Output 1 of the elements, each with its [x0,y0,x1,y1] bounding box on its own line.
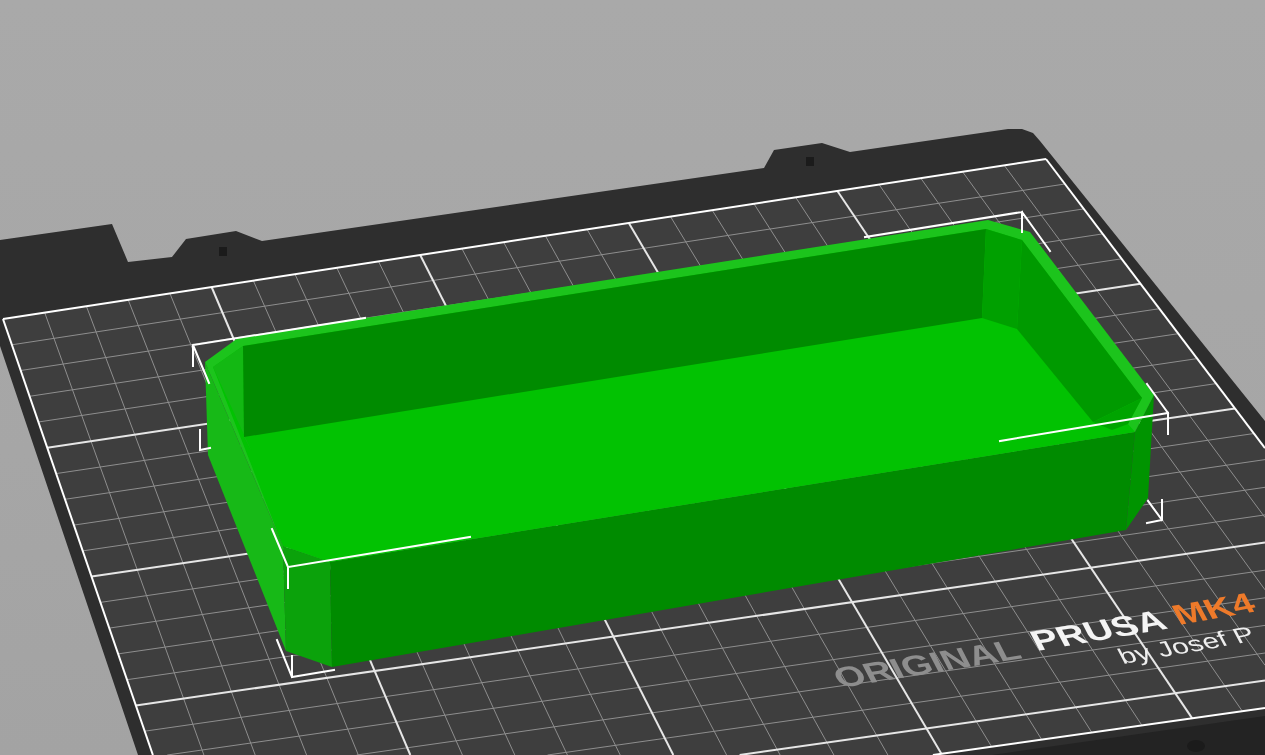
bed-logo-text: ORIGINAL [827,633,1027,694]
